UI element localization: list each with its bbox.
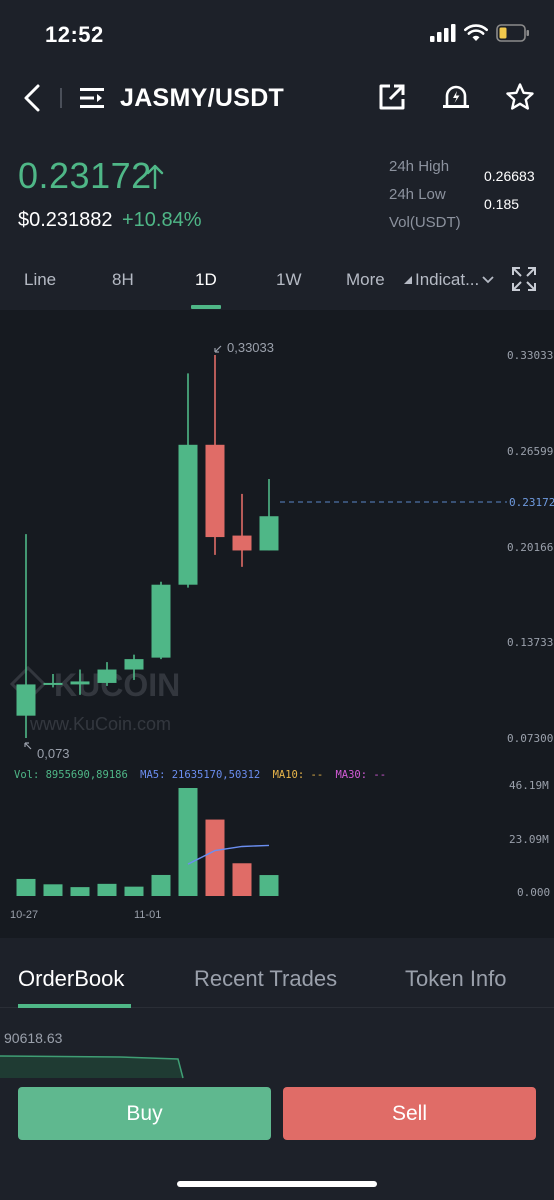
share-icon[interactable]	[377, 82, 407, 112]
tab-indicators[interactable]: Indicat...	[403, 270, 494, 290]
tab-1w[interactable]: 1W	[276, 270, 302, 290]
candle-body[interactable]	[124, 659, 144, 670]
status-time: 12:52	[45, 22, 104, 47]
stat-label-low: 24h Low	[389, 186, 446, 203]
active-tab-indicator	[191, 305, 221, 309]
last-price: 0.23172	[18, 155, 152, 196]
candle-body[interactable]	[16, 684, 36, 716]
candle-body[interactable]	[232, 535, 252, 551]
stat-value-low: 0.185	[484, 196, 520, 212]
volume-bar	[124, 886, 144, 896]
candle-body[interactable]	[97, 669, 117, 683]
price-tick-0: 0.33033	[507, 349, 553, 362]
price-tick-1: 0.26599	[507, 445, 553, 458]
legend-ma10: MA10: --	[273, 769, 324, 781]
signal-icon	[430, 24, 456, 42]
volume-bar	[43, 884, 63, 896]
fiat-price: $0.231882	[18, 209, 113, 231]
tab-token-info[interactable]: Token Info	[405, 966, 507, 992]
candlestick-chart[interactable]: KUCOIN www.KuCoin.com 0.33033 0.26599 0.…	[0, 310, 554, 938]
ma5-line	[187, 844, 270, 865]
volume-bar	[232, 863, 252, 896]
stat-label-volume: Vol(USDT)	[389, 214, 461, 231]
home-indicator	[177, 1181, 377, 1187]
chart-panel[interactable]: KUCOIN www.KuCoin.com 0.33033 0.26599 0.…	[0, 310, 554, 938]
low-marker-label: 0,073	[37, 746, 70, 761]
candle-body[interactable]	[205, 444, 225, 538]
volume-bars	[16, 788, 279, 896]
volume-bar	[16, 878, 36, 896]
price-alert-icon[interactable]	[441, 82, 471, 112]
volume-bar	[151, 874, 171, 896]
tab-line[interactable]: Line	[24, 270, 56, 290]
candle-body[interactable]	[259, 516, 279, 551]
tab-1d[interactable]: 1D	[195, 270, 217, 290]
tab-8h[interactable]: 8H	[112, 270, 134, 290]
status-icons	[430, 24, 530, 42]
tab-more[interactable]: More	[346, 270, 385, 290]
legend-ma30: MA30: --	[335, 769, 386, 781]
volume-bar	[97, 883, 117, 896]
high-marker: 0,33033	[214, 340, 274, 355]
watermark-brand: KUCOIN	[54, 667, 180, 703]
bottom-tabs: OrderBook Recent Trades Token Info	[0, 952, 554, 1008]
volume-bar	[205, 819, 225, 896]
pair-title[interactable]: JASMY/USDT	[120, 84, 284, 113]
orderbook-depth: 90618.63	[0, 1020, 554, 1080]
back-icon[interactable]	[18, 82, 48, 114]
tab-orderbook[interactable]: OrderBook	[18, 966, 124, 992]
status-bar: 12:52	[0, 0, 554, 70]
volume-bar	[70, 887, 90, 896]
volume-legend: Vol: 8955690,89186 MA5: 21635170,50312 M…	[14, 769, 386, 781]
bottom-tab-indicator	[18, 1004, 131, 1008]
tab-recent-trades[interactable]: Recent Trades	[194, 966, 337, 992]
kucoin-watermark: KUCOIN www.KuCoin.com	[9, 665, 180, 734]
price-summary: 0.23172 $0.231882 +10.84% 24h High 0.266…	[0, 145, 554, 245]
depth-chart	[0, 1055, 184, 1079]
nav-bar: JASMY/USDT	[0, 70, 554, 130]
candle-body[interactable]	[70, 681, 90, 685]
candle-body[interactable]	[178, 444, 198, 585]
volume-tick-0: 46.19M	[509, 779, 549, 792]
favorite-star-icon[interactable]	[505, 82, 535, 112]
volume-bar	[178, 788, 198, 896]
volume-tick-2: 0.000	[517, 886, 550, 899]
legend-ma5: MA5: 21635170,50312	[140, 769, 260, 781]
candle-body[interactable]	[151, 584, 171, 658]
stat-value-high: 0.26683	[484, 168, 535, 184]
triangle-icon	[404, 276, 412, 284]
volume-tick-1: 23.09M	[509, 833, 549, 846]
low-marker: 0,073	[24, 742, 70, 761]
sell-button[interactable]: Sell	[283, 1087, 536, 1140]
arrow-up-icon	[146, 164, 164, 189]
price-tick-2: 0.20166	[507, 541, 553, 554]
battery-icon	[496, 24, 529, 42]
wifi-icon	[464, 24, 488, 41]
change-percent: +10.84%	[122, 209, 202, 231]
price-tick-3: 0.13733	[507, 636, 553, 649]
legend-vol: Vol: 8955690,89186	[14, 769, 128, 781]
volume-bar	[259, 875, 279, 896]
stat-label-high: 24h High	[389, 158, 450, 175]
chevron-down-icon	[482, 276, 494, 284]
nav-divider	[60, 88, 62, 108]
buy-button[interactable]: Buy	[18, 1087, 271, 1140]
candle-body[interactable]	[43, 682, 63, 685]
date-tick-1: 11-01	[134, 909, 161, 921]
price-tick-4: 0.07300	[507, 732, 553, 745]
last-price-tag: 0.23172	[509, 496, 554, 509]
watermark-url: www.KuCoin.com	[29, 714, 171, 734]
date-tick-0: 10-27	[10, 909, 38, 921]
timeframe-tabs: Line 8H 1D 1W More Indicat...	[0, 258, 554, 310]
fullscreen-icon[interactable]	[511, 266, 537, 292]
high-marker-label: 0,33033	[227, 340, 274, 355]
market-list-icon[interactable]	[78, 84, 106, 112]
tab-indicators-label: Indicat...	[415, 270, 480, 289]
